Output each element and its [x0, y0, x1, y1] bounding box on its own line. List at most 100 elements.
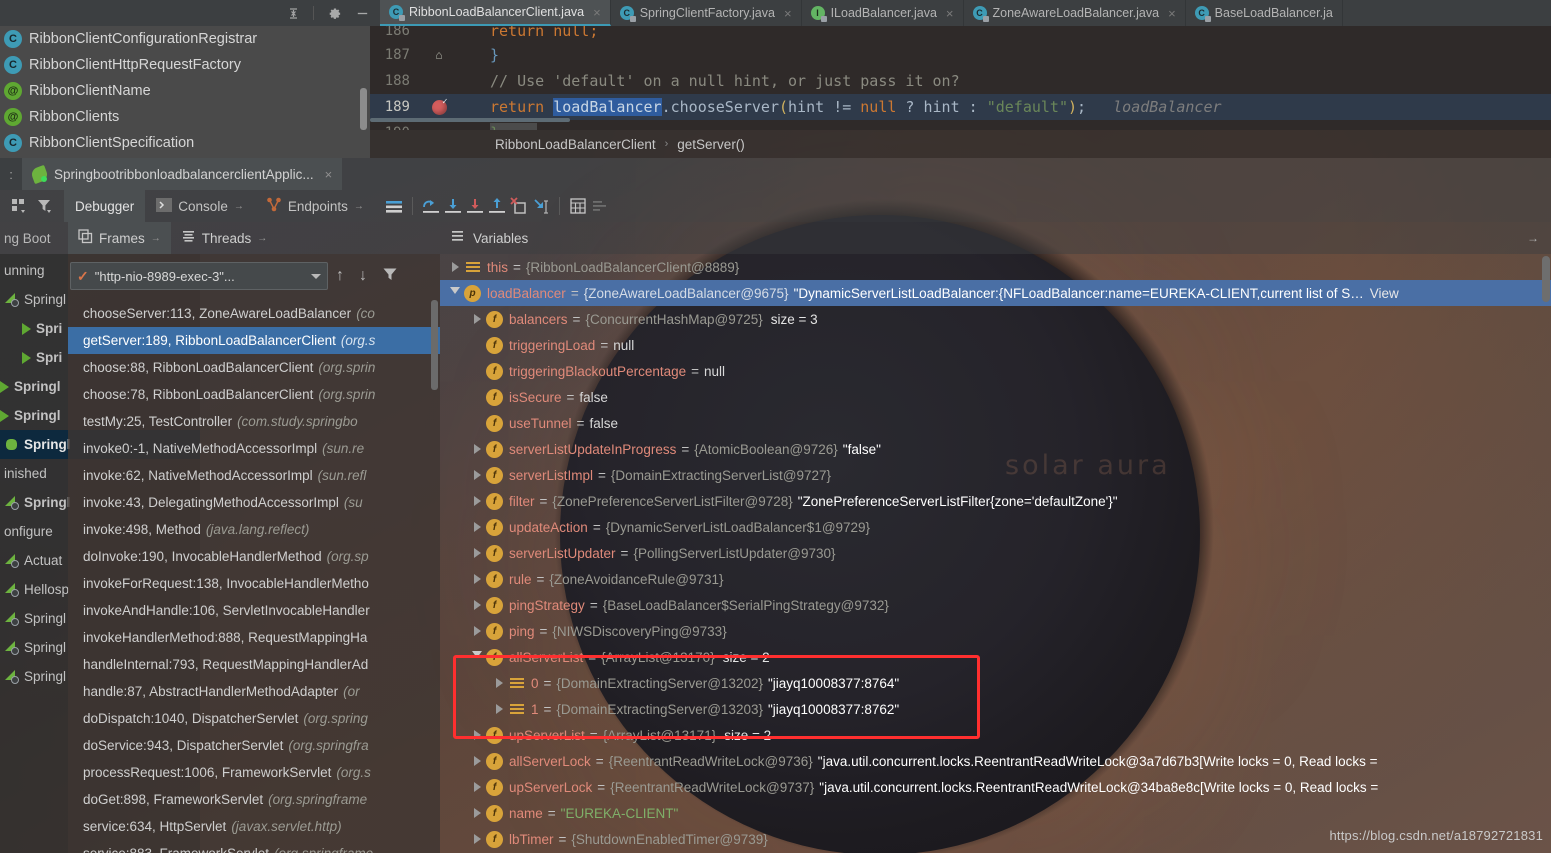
close-icon[interactable]: × — [325, 167, 333, 182]
frame-row[interactable]: doInvoke:190, InvocableHandlerMethod (org… — [68, 543, 440, 570]
variable-row-triggeringblackoutpercentage[interactable]: f triggeringBlackoutPercentage = null — [440, 358, 1551, 384]
expand-collapse-icon[interactable] — [285, 5, 301, 21]
expand-arrow-icon[interactable] — [468, 756, 486, 766]
frame-row[interactable]: chooseServer:113, ZoneAwareLoadBalancer (… — [68, 300, 440, 327]
variable-row-loadbalancer[interactable]: p loadBalancer = {ZoneAwareLoadBalancer@… — [440, 280, 1551, 306]
frame-row[interactable]: choose:88, RibbonLoadBalancerClient (org.… — [68, 354, 440, 381]
frame-row[interactable]: service:883, FrameworkServlet (org.spring… — [68, 840, 440, 853]
drop-frame-icon[interactable] — [508, 195, 530, 217]
frame-row[interactable]: invokeHandlerMethod:888, RequestMappingH… — [68, 624, 440, 651]
tab-frames[interactable]: Frames → — [68, 222, 171, 254]
close-icon[interactable]: × — [593, 5, 601, 20]
evaluate-expression-icon[interactable] — [567, 195, 589, 217]
close-icon[interactable]: × — [946, 6, 954, 21]
variable-row-allserverlist-1[interactable]: 1 = {DomainExtractingServer@13203} "jiay… — [440, 696, 1551, 722]
structure-popup-row[interactable]: C RibbonClientSpecification — [0, 130, 370, 156]
expand-arrow-icon[interactable] — [468, 600, 486, 610]
variable-row-upserverlock[interactable]: f upServerLock = {ReentrantReadWriteLock… — [440, 774, 1551, 800]
variable-row-pingstrategy[interactable]: f pingStrategy = {BaseLoadBalancer$Seria… — [440, 592, 1551, 618]
frame-row[interactable]: processRequest:1006, FrameworkServlet (or… — [68, 759, 440, 786]
expand-arrow-icon[interactable] — [468, 548, 486, 558]
code-editor[interactable]: 186 return null; 187 ⌂ } 188 // Use 'def… — [370, 26, 1551, 130]
expand-arrow-icon[interactable] — [446, 262, 464, 272]
filter-icon[interactable] — [382, 266, 398, 287]
editor-tab-iloadbalancer[interactable]: I ILoadBalancer.java × — [801, 0, 964, 26]
collapse-arrow-icon[interactable] — [446, 287, 464, 299]
chevron-down-icon[interactable] — [311, 273, 321, 279]
expand-arrow-icon[interactable] — [468, 314, 486, 324]
expand-arrow-icon[interactable] — [468, 782, 486, 792]
variable-row-ping[interactable]: f ping = {NIWSDiscoveryPing@9733} — [440, 618, 1551, 644]
thread-selector[interactable]: ✓ "http-nio-8989-exec-3"... — [70, 262, 328, 290]
collapse-arrow-icon[interactable] — [468, 651, 486, 663]
variable-row-serverlistupdateinprogress[interactable]: f serverListUpdateInProgress = {AtomicBo… — [440, 436, 1551, 462]
structure-popup-scrollbar[interactable] — [360, 88, 367, 130]
expand-arrow-icon[interactable] — [468, 522, 486, 532]
tab-endpoints[interactable]: Endpoints → — [255, 190, 375, 222]
expand-arrow-icon[interactable] — [468, 808, 486, 818]
pin-icon[interactable]: → — [354, 201, 364, 212]
editor-tab-springclientfactory[interactable]: C SpringClientFactory.java × — [610, 0, 802, 26]
structure-popup-row[interactable]: @ RibbonClients — [0, 104, 370, 130]
step-into-icon[interactable] — [442, 195, 464, 217]
frame-row[interactable]: service:634, HttpServlet (javax.servlet.h… — [68, 813, 440, 840]
variable-row-triggeringload[interactable]: f triggeringLoad = null — [440, 332, 1551, 358]
expand-arrow-icon[interactable] — [468, 574, 486, 584]
editor-tab-zoneawareloadbalancer[interactable]: C ZoneAwareLoadBalancer.java × — [963, 0, 1186, 26]
editor-tab-ribbonloadbalancerclient[interactable]: C RibbonLoadBalancerClient.java × — [380, 0, 611, 26]
frame-row[interactable]: choose:78, RibbonLoadBalancerClient (org.… — [68, 381, 440, 408]
pin-icon[interactable]: → — [257, 233, 267, 244]
run-to-cursor-icon[interactable] — [530, 195, 552, 217]
frame-row[interactable]: handleInternal:793, RequestMappingHandle… — [68, 651, 440, 678]
settings-icon[interactable] — [589, 195, 611, 217]
frame-row-selected[interactable]: getServer:189, RibbonLoadBalancerClient (… — [68, 327, 440, 354]
breadcrumb-class[interactable]: RibbonLoadBalancerClient — [495, 137, 656, 152]
frame-row[interactable]: doGet:898, FrameworkServlet (org.springfr… — [68, 786, 440, 813]
editor-horizontal-scrollbar[interactable] — [370, 118, 570, 122]
breadcrumb-method[interactable]: getServer() — [677, 137, 745, 152]
variable-row-allserverlist-0[interactable]: 0 = {DomainExtractingServer@13202} "jiay… — [440, 670, 1551, 696]
tab-console[interactable]: Console → — [145, 190, 255, 222]
frame-row[interactable]: invoke0:-1, NativeMethodAccessorImpl (sun… — [68, 435, 440, 462]
frame-row[interactable]: invokeForRequest:138, InvocableHandlerMe… — [68, 570, 440, 597]
variable-row-balancers[interactable]: f balancers = {ConcurrentHashMap@9725} s… — [440, 306, 1551, 332]
pin-icon[interactable]: → — [1527, 231, 1539, 245]
variable-row-issecure[interactable]: f isSecure = false — [440, 384, 1551, 410]
step-over-icon[interactable] — [420, 195, 442, 217]
force-step-into-icon[interactable] — [464, 195, 486, 217]
variable-row-this[interactable]: this = {RibbonLoadBalancerClient@8889} — [440, 254, 1551, 280]
expand-arrow-icon[interactable] — [490, 704, 508, 714]
variables-tree[interactable]: this = {RibbonLoadBalancerClient@8889} p… — [440, 254, 1551, 853]
move-down-button[interactable]: ↓ — [359, 267, 367, 285]
editor-tab-baseloadbalancer[interactable]: C BaseLoadBalancer.ja — [1185, 0, 1343, 26]
tab-threads[interactable]: Threads → — [171, 222, 278, 254]
structure-popup-row[interactable]: @ RibbonClientName — [0, 78, 370, 104]
variable-row-updateaction[interactable]: f updateAction = {DynamicServerListLoadB… — [440, 514, 1551, 540]
structure-popup-row[interactable]: C RibbonClientConfigurationRegistrar — [0, 26, 370, 52]
layout-icon[interactable] — [383, 195, 405, 217]
expand-arrow-icon[interactable] — [468, 444, 486, 454]
variable-row-allserverlist[interactable]: f allServerList = {ArrayList@13170} size… — [440, 644, 1551, 670]
variables-scrollbar[interactable] — [1542, 256, 1550, 302]
move-up-button[interactable]: ↑ — [336, 267, 344, 285]
expand-arrow-icon[interactable] — [468, 626, 486, 636]
frame-row[interactable]: invoke:43, DelegatingMethodAccessorImpl (… — [68, 489, 440, 516]
step-out-icon[interactable] — [486, 195, 508, 217]
frames-scrollbar[interactable] — [431, 300, 438, 390]
frames-list[interactable]: chooseServer:113, ZoneAwareLoadBalancer (… — [68, 300, 440, 853]
fold-icon[interactable]: ⌂ — [422, 48, 456, 62]
gear-icon[interactable] — [326, 5, 342, 21]
view-link[interactable]: View — [1370, 286, 1399, 301]
frame-row[interactable]: invoke:62, NativeMethodAccessorImpl (sun.… — [68, 462, 440, 489]
frame-row[interactable]: invokeAndHandle:106, ServletInvocableHan… — [68, 597, 440, 624]
frame-row[interactable]: testMy:25, TestController (com.study.spri… — [68, 408, 440, 435]
variable-row-name[interactable]: f name = "EUREKA-CLIENT" — [440, 800, 1551, 826]
variable-row-serverlistimpl[interactable]: f serverListImpl = {DomainExtractingServ… — [440, 462, 1551, 488]
expand-arrow-icon[interactable] — [468, 496, 486, 506]
structure-popup[interactable]: C RibbonClientConfigurationRegistrar C R… — [0, 26, 370, 158]
variable-row-rule[interactable]: f rule = {ZoneAvoidanceRule@9731} — [440, 566, 1551, 592]
variable-row-usetunnel[interactable]: f useTunnel = false — [440, 410, 1551, 436]
frame-row[interactable]: doService:943, DispatcherServlet (org.spr… — [68, 732, 440, 759]
frame-row[interactable]: invoke:498, Method (java.lang.reflect) — [68, 516, 440, 543]
close-icon[interactable]: × — [784, 6, 792, 21]
